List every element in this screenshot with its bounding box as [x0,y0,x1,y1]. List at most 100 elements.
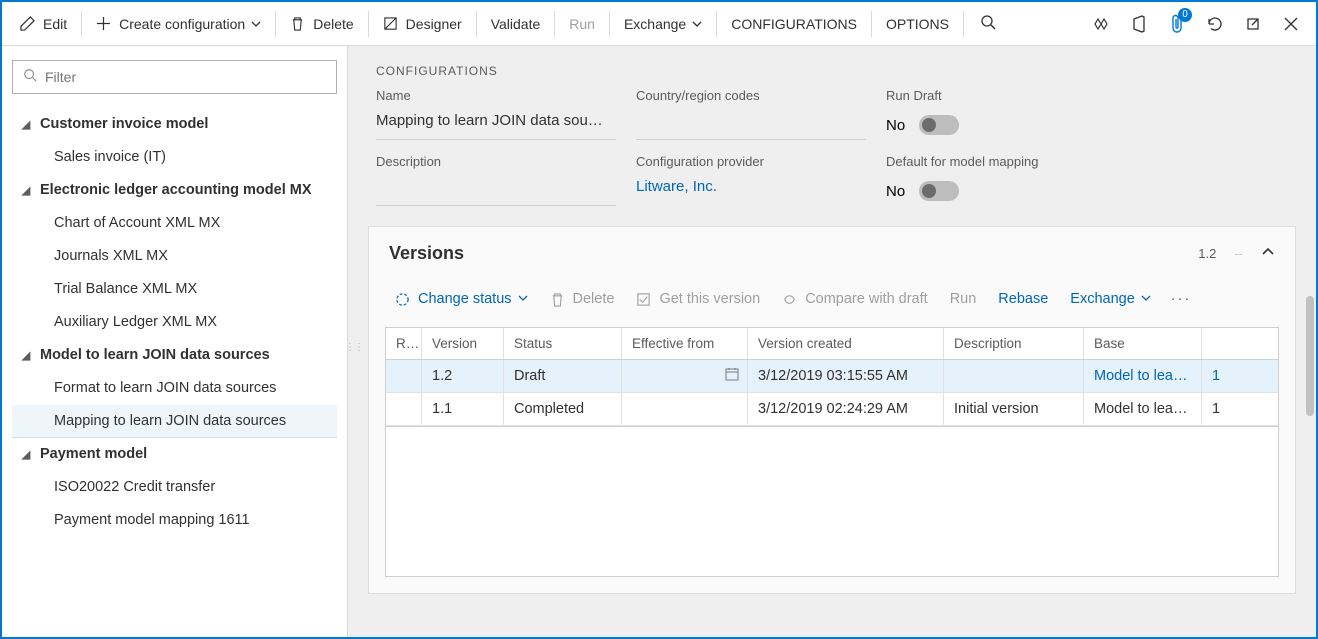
main-panel: ⋮⋮ CONFIGURATIONS Name Mapping to learn … [348,46,1316,637]
provider-value[interactable]: Litware, Inc. [636,176,866,206]
versions-delete-button: Delete [540,285,625,313]
tree-node-iso20022[interactable]: ISO20022 Credit transfer [12,471,337,504]
versions-current: 1.2 [1198,246,1216,261]
chevron-down-icon [1141,291,1151,307]
create-config-label: Create configuration [119,16,245,32]
rundraft-label: Run Draft [886,88,1126,110]
description-label: Description [376,154,616,176]
close-icon[interactable] [1272,2,1310,46]
filter-input[interactable] [45,69,326,85]
separator [81,11,82,37]
compare-draft-button: Compare with draft [772,285,938,313]
filter-box[interactable] [12,60,337,94]
name-value[interactable]: Mapping to learn JOIN data sou… [376,110,616,140]
tree-node-model-join[interactable]: ◢Model to learn JOIN data sources [12,339,337,372]
versions-grid: R... Version Status Effective from Versi… [385,327,1279,427]
separator [871,11,872,37]
refresh-icon[interactable] [1196,2,1234,46]
options-tab[interactable]: OPTIONS [874,2,961,46]
col-r[interactable]: R... [386,328,422,359]
popout-icon[interactable] [1234,2,1272,46]
collapse-icon: ◢ [12,349,40,362]
calendar-icon[interactable] [725,367,739,385]
col-effective[interactable]: Effective from [622,328,748,359]
validate-label: Validate [491,16,541,32]
separator [476,11,477,37]
provider-label: Configuration provider [636,154,866,176]
attachments-icon[interactable]: 0 [1158,2,1196,46]
create-config-button[interactable]: Create configuration [84,2,273,46]
tree-node-chart-of-account[interactable]: Chart of Account XML MX [12,207,337,240]
tree-node-payment-model[interactable]: ◢Payment model [12,438,337,471]
exchange-label: Exchange [624,16,686,32]
edit-label: Edit [43,16,67,32]
name-label: Name [376,88,616,110]
edit-button[interactable]: Edit [8,2,79,46]
delete-button[interactable]: Delete [278,2,365,46]
delete-label: Delete [313,16,353,32]
collapse-icon: ◢ [12,184,40,197]
versions-title: Versions [389,243,464,264]
versions-sep: -- [1234,246,1243,261]
separator [554,11,555,37]
versions-toolbar: Change status Delete Get this version Co… [369,279,1295,327]
run-button: Run [557,2,607,46]
tree-node-customer-invoice-model[interactable]: ◢Customer invoice model [12,108,337,141]
default-mapping-value: No [886,183,905,200]
tree-node-journals[interactable]: Journals XML MX [12,240,337,273]
search-icon [980,14,996,33]
trash-icon [290,16,305,31]
copilot-icon[interactable] [1082,2,1120,46]
col-created[interactable]: Version created [748,328,944,359]
more-menu[interactable]: ··· [1163,285,1200,313]
table-row[interactable]: 1.2 Draft 3/12/2019 03:15:55 AM Model to… [386,360,1278,393]
default-mapping-toggle[interactable] [919,181,959,201]
exchange-button[interactable]: Exchange [612,2,714,46]
tree-node-auxiliary-ledger[interactable]: Auxiliary Ledger XML MX [12,306,337,339]
tree-node-trial-balance[interactable]: Trial Balance XML MX [12,273,337,306]
search-button[interactable] [966,2,1010,46]
configurations-tab[interactable]: CONFIGURATIONS [719,2,869,46]
col-status[interactable]: Status [504,328,622,359]
rebase-button[interactable]: Rebase [988,285,1058,313]
change-status-button[interactable]: Change status [385,285,538,313]
main-toolbar: Edit Create configuration Delete Designe… [2,2,1316,46]
description-value[interactable]: . [376,176,616,206]
col-base-ver[interactable] [1202,328,1234,359]
tree-node-mapping-join[interactable]: Mapping to learn JOIN data sources [12,405,337,438]
attachments-badge: 0 [1178,8,1192,22]
designer-icon [383,16,398,31]
separator [368,11,369,37]
rundraft-toggle[interactable] [919,115,959,135]
versions-exchange-button[interactable]: Exchange [1060,285,1161,313]
chevron-up-icon[interactable] [1261,245,1275,262]
tree-node-sales-invoice-it[interactable]: Sales invoice (IT) [12,141,337,174]
versions-run-button: Run [940,285,987,313]
col-description[interactable]: Description [944,328,1084,359]
office-icon[interactable] [1120,2,1158,46]
get-version-button: Get this version [626,285,770,313]
separator [275,11,276,37]
compare-icon [782,292,797,307]
options-label: OPTIONS [886,16,949,32]
separator [609,11,610,37]
filter-icon [23,68,37,87]
designer-label: Designer [406,16,462,32]
col-version[interactable]: Version [422,328,504,359]
separator [716,11,717,37]
country-value[interactable]: . [636,110,866,140]
grid-empty-area [385,427,1279,577]
configurations-label: CONFIGURATIONS [731,16,857,32]
plus-icon [96,16,111,31]
checkbox-icon [636,292,651,307]
tree-node-format-join[interactable]: Format to learn JOIN data sources [12,372,337,405]
designer-button[interactable]: Designer [371,2,474,46]
col-base[interactable]: Base [1084,328,1202,359]
validate-button[interactable]: Validate [479,2,553,46]
scrollbar-thumb[interactable] [1306,296,1314,416]
drag-handle-icon[interactable]: ⋮⋮ [345,342,363,353]
tree-node-electronic-ledger-mx[interactable]: ◢Electronic ledger accounting model MX [12,174,337,207]
app-window: Edit Create configuration Delete Designe… [0,0,1318,639]
table-row[interactable]: 1.1 Completed 3/12/2019 02:24:29 AM Init… [386,393,1278,426]
tree-node-payment-mapping-1611[interactable]: Payment model mapping 1611 [12,504,337,537]
